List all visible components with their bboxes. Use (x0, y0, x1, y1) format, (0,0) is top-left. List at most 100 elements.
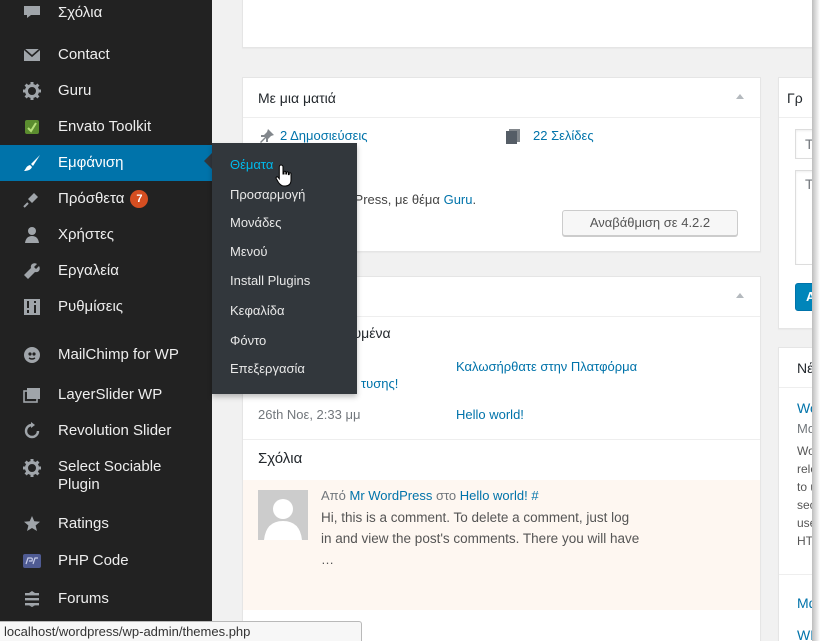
news-link-1[interactable]: Wo (797, 400, 812, 416)
window-edge-shadow (812, 0, 820, 641)
pages-icon (505, 128, 521, 144)
news-title: Νέ (797, 359, 812, 376)
sidebar-item-envato-toolkit[interactable]: Envato Toolkit (0, 109, 212, 145)
sidebar-item-select-sociable[interactable]: Select Sociable Plugin (0, 450, 212, 494)
sidebar-item-php-code[interactable]: PHP Code (0, 543, 212, 579)
sidebar-item-appearance[interactable]: Εμφάνιση (0, 145, 212, 181)
submenu-item-editor[interactable]: Επεξεργασία (230, 359, 305, 379)
wp-admin-window: Με μια ματιά 2 Δημοσιεύσεις 22 Σελίδες r… (0, 0, 812, 641)
star-icon (22, 514, 42, 534)
quick-draft-header[interactable]: Γρ (779, 78, 812, 118)
submenu-item-widgets[interactable]: Μονάδες (230, 213, 281, 233)
comment-text-line-2: in and view the post's comments. There y… (321, 531, 640, 546)
sidebar-item-plugins[interactable]: Πρόσθετα 7 (0, 181, 212, 217)
sidebar-item-guru[interactable]: Guru (0, 73, 212, 109)
divider (779, 574, 812, 575)
sidebar-item-layerslider[interactable]: LayerSlider WP (0, 377, 212, 413)
submenu-item-background[interactable]: Φόντο (230, 331, 266, 351)
comment-post-link[interactable]: Hello world! # (460, 488, 539, 503)
news-body-2: rele (797, 462, 812, 476)
sidebar-item-comments[interactable]: Σχόλια (0, 0, 212, 26)
news-header[interactable]: Νέ (779, 348, 812, 388)
comment-text-line-3: … (321, 552, 334, 567)
post-link-2[interactable]: Hello world! (456, 407, 524, 422)
sidebar-item-ratings[interactable]: Ratings (0, 506, 212, 542)
submenu-item-customize[interactable]: Προσαρμογή (230, 185, 305, 205)
gear-icon (22, 458, 42, 478)
comment-on: στο (435, 488, 457, 503)
version-prefix: rdPress, με θέμα (343, 192, 440, 207)
at-a-glance-header[interactable]: Με μια ματιά (243, 78, 760, 118)
news-link-3[interactable]: WP (797, 627, 812, 641)
submenu-item-menus[interactable]: Μενού (230, 242, 267, 262)
news-body-1: Wo (797, 444, 812, 458)
avatar (258, 490, 308, 540)
wordpress-version-text: rdPress, με θέμα Guru. (343, 192, 476, 207)
settings-icon (22, 297, 42, 317)
submenu-item-header[interactable]: Κεφαλίδα (230, 301, 285, 321)
sidebar-item-settings[interactable]: Ρυθμίσεις (0, 289, 212, 325)
gear-icon (22, 81, 42, 101)
sidebar-item-label: LayerSlider WP (58, 386, 163, 403)
news-meta-1: Μα (797, 421, 812, 436)
forums-icon (22, 589, 42, 609)
submenu-item-install-plugins[interactable]: Install Plugins (230, 271, 310, 291)
sidebar-item-label: Χρήστες (58, 226, 114, 243)
sidebar-item-label: Select Sociable Plugin (58, 458, 162, 493)
post-link-1[interactable]: Καλωσήρθατε στην Πλατφόρμα (456, 359, 637, 374)
sidebar-item-label: Contact (58, 46, 110, 63)
posts-count-link[interactable]: 2 Δημοσιεύσεις (280, 128, 368, 143)
users-icon (22, 225, 42, 245)
php-icon (22, 551, 42, 571)
sidebar-item-label: Revolution Slider (58, 422, 172, 439)
paintbrush-icon (22, 153, 42, 173)
mailchimp-icon (22, 345, 42, 365)
post-link-1-cont[interactable]: τυσης! (361, 376, 398, 391)
comment-author-link[interactable]: Mr WordPress (350, 488, 433, 503)
collapse-toggle-icon[interactable] (736, 94, 744, 99)
collapse-toggle-icon[interactable] (736, 293, 744, 298)
plug-icon (22, 189, 42, 209)
pin-icon (259, 128, 275, 144)
browser-status-bar: localhost/wordpress/wp-admin/themes.php (0, 621, 362, 641)
envato-icon (22, 117, 42, 137)
wrench-icon (22, 261, 42, 281)
theme-link[interactable]: Guru (444, 192, 473, 207)
sidebar-item-label: Envato Toolkit (58, 118, 152, 135)
sidebar-item-label: Σχόλια (58, 4, 103, 21)
update-count-badge: 7 (130, 190, 149, 208)
at-a-glance-title: Με μια ματιά (258, 89, 336, 106)
refresh-icon (22, 421, 42, 441)
sidebar-item-label: Εμφάνιση (58, 154, 124, 171)
sidebar-item-forums[interactable]: Forums (0, 581, 212, 617)
draft-title-input[interactable]: Τί (795, 129, 812, 159)
comment-text-line-1: Hi, this is a comment. To delete a comme… (321, 510, 630, 525)
admin-sidebar: Σχόλια Contact Guru Envato Toolkit Εμφάν… (0, 0, 212, 641)
save-draft-button[interactable]: Α (795, 283, 812, 311)
sidebar-item-label: MailChimp for WP (58, 346, 179, 363)
news-body-5: use (797, 516, 812, 530)
pages-count-link[interactable]: 22 Σελίδες (533, 128, 594, 143)
quick-draft-title: Γρ (787, 89, 803, 106)
comment-meta: Από Mr WordPress στο Hello world! # (321, 488, 539, 503)
news-body-6: HTI (797, 534, 812, 548)
update-button[interactable]: Αναβάθμιση σε 4.2.2 (562, 210, 738, 236)
sidebar-item-label: Guru (58, 82, 92, 99)
envelope-icon (22, 45, 42, 65)
sidebar-item-mailchimp[interactable]: MailChimp for WP (0, 337, 212, 373)
top-panel (242, 0, 812, 48)
active-menu-arrow (204, 153, 212, 169)
news-body-3: to u (797, 480, 812, 494)
version-suffix: . (472, 192, 477, 207)
sidebar-item-tools[interactable]: Εργαλεία (0, 253, 212, 289)
submenu-item-themes[interactable]: Θέματα (230, 155, 273, 175)
comment-icon (22, 2, 42, 22)
draft-content-textarea[interactable]: Τι (795, 170, 812, 265)
sidebar-item-contact[interactable]: Contact (0, 37, 212, 73)
sidebar-item-users[interactable]: Χρήστες (0, 217, 212, 253)
wordpress-news-box: Νέ Wo Μα Wo rele to u sec use HTI Μα WP (778, 347, 812, 641)
news-link-2[interactable]: Μα (797, 595, 812, 611)
comments-heading: Σχόλια (258, 450, 303, 467)
sidebar-item-revolution-slider[interactable]: Revolution Slider (0, 413, 212, 449)
sidebar-item-label: Ρυθμίσεις (58, 298, 124, 315)
